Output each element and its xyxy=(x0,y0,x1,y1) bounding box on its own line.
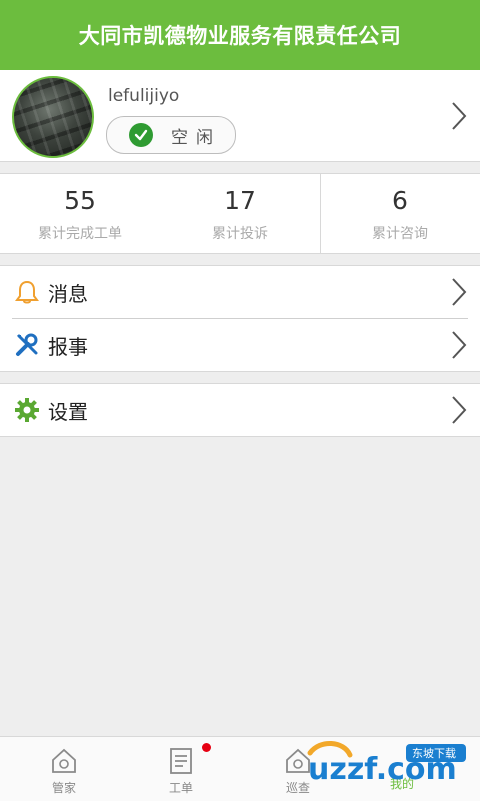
menu-item-report[interactable]: 报事 xyxy=(0,319,480,371)
chevron-right-icon[interactable] xyxy=(450,101,468,131)
status-toggle[interactable]: 空闲 xyxy=(106,116,236,154)
stat-completed-orders[interactable]: 55 累计完成工单 xyxy=(0,174,160,253)
menu-item-label: 消息 xyxy=(48,281,88,306)
page-title: 大同市凯德物业服务有限责任公司 xyxy=(78,24,402,48)
nav-tab-work-orders[interactable]: 工单 xyxy=(121,737,241,801)
gear-icon xyxy=(14,397,40,423)
stat-value: 55 xyxy=(64,186,96,215)
title-bar: 大同市凯德物业服务有限责任公司 xyxy=(0,0,480,70)
bell-icon xyxy=(14,279,40,305)
nav-label: 工单 xyxy=(168,781,193,795)
menu-item-label: 报事 xyxy=(48,334,88,359)
stat-label: 累计投诉 xyxy=(212,226,268,242)
stat-complaints[interactable]: 17 累计投诉 xyxy=(160,174,320,253)
status-label: 空闲 xyxy=(171,127,221,148)
stat-consultations[interactable]: 6 累计咨询 xyxy=(320,174,480,253)
house-icon xyxy=(52,748,76,773)
menu-group-main: 消息 报事 xyxy=(0,265,480,372)
nav-tab-butler[interactable]: 管家 xyxy=(4,737,124,801)
stat-value: 6 xyxy=(392,186,408,215)
tools-icon xyxy=(14,332,40,358)
menu-group-settings: 设置 xyxy=(0,383,480,437)
document-icon xyxy=(170,748,192,774)
chevron-right-icon xyxy=(452,278,467,306)
stats-panel: 55 累计完成工单 17 累计投诉 6 累计咨询 xyxy=(0,173,480,254)
nav-label: 管家 xyxy=(51,781,76,795)
menu-item-messages[interactable]: 消息 xyxy=(0,266,480,318)
chevron-right-icon xyxy=(452,331,467,359)
menu-item-settings[interactable]: 设置 xyxy=(0,384,480,436)
check-icon xyxy=(129,123,153,147)
profile-card[interactable]: lefulijiyo 空闲 xyxy=(0,70,480,162)
avatar[interactable] xyxy=(12,76,94,158)
watermark-badge-text: 东坡下载 xyxy=(412,747,456,760)
stat-label: 累计完成工单 xyxy=(38,226,122,242)
menu-item-label: 设置 xyxy=(48,399,88,424)
watermark-logo: uzzf.com 东坡下载 xyxy=(307,741,466,787)
username: lefulijiyo xyxy=(108,86,180,106)
chevron-right-icon xyxy=(452,396,467,424)
stat-label: 累计咨询 xyxy=(372,226,428,242)
stat-value: 17 xyxy=(224,186,256,215)
notification-badge xyxy=(202,743,211,752)
